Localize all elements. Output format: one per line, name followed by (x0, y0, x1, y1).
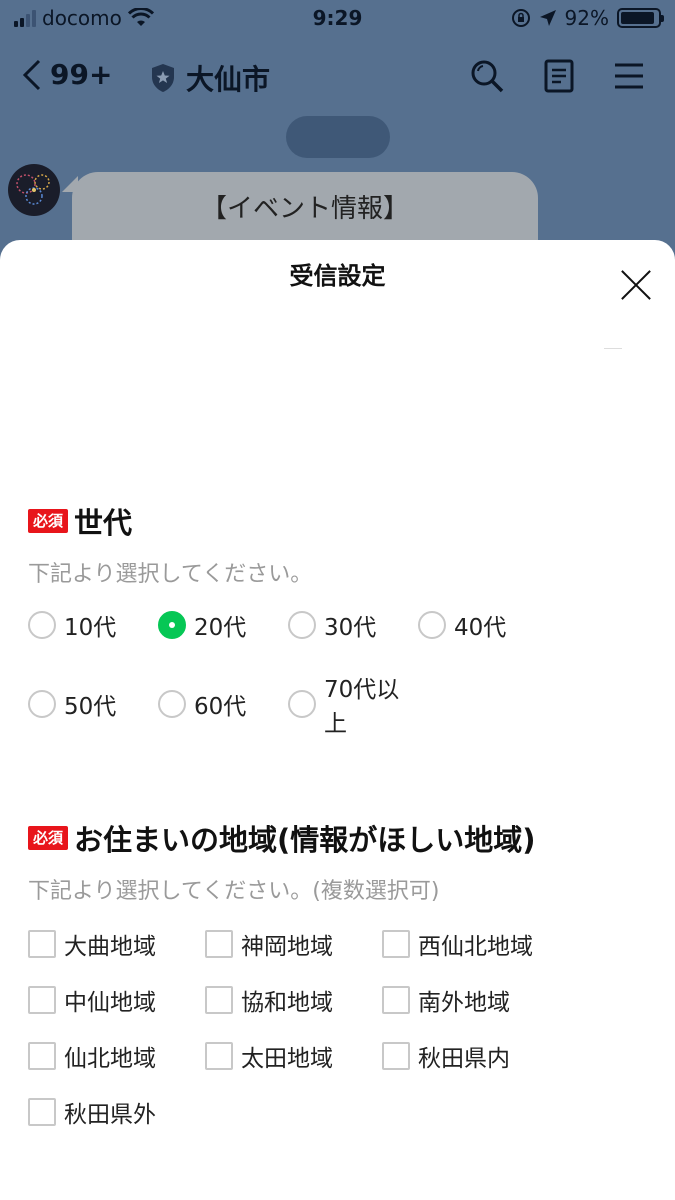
region-option-label: 大曲地域 (64, 934, 156, 960)
region-option-label: 西仙北地域 (418, 934, 533, 960)
region-section-header: 必須 お住まいの地域(情報がほしい地域) (28, 817, 658, 859)
checkbox[interactable] (28, 1042, 56, 1070)
close-icon[interactable] (619, 268, 653, 302)
age-section: 必須 世代 下記より選択してください。 10代 20代 30代 40代 50代 60代 70… (28, 500, 658, 738)
age-option[interactable]: 30代 (288, 608, 418, 642)
date-pill (286, 116, 390, 158)
divider (604, 348, 622, 349)
age-option[interactable]: 60代 (158, 670, 288, 738)
region-option-label: 南外地域 (418, 990, 510, 1016)
region-option-label: 仙北地域 (64, 1046, 156, 1072)
nav-bar: 99+ 大仙市 (0, 50, 675, 102)
radio-button[interactable] (288, 611, 316, 639)
checkbox[interactable] (28, 1098, 56, 1126)
region-options: 大曲地域 神岡地域 西仙北地域中仙地域 協和地域 南外地域仙北地域 太田地域 秋田県内秋田県… (28, 927, 658, 1129)
region-section-note: 下記より選択してください。(複数選択可) (28, 879, 440, 904)
notes-icon[interactable] (543, 58, 575, 94)
shield-icon (152, 64, 174, 92)
required-badge: 必須 (28, 826, 69, 850)
required-badge: 必須 (28, 509, 69, 533)
age-option[interactable]: 70代以上 (288, 670, 418, 738)
region-option-label: 神岡地域 (241, 934, 333, 960)
region-option-label: 中仙地域 (64, 990, 156, 1016)
age-option[interactable]: 20代 (158, 608, 288, 642)
checkbox[interactable] (382, 1042, 410, 1070)
checkbox[interactable] (382, 930, 410, 958)
battery-icon (617, 8, 664, 28)
unread-count: 99+ (50, 58, 113, 91)
region-section: 必須 お住まいの地域(情報がほしい地域) 下記より選択してください。(複数選択可… (28, 817, 658, 1129)
region-option[interactable]: 神岡地域 (205, 927, 382, 961)
region-option[interactable]: 南外地域 (382, 983, 612, 1017)
back-button[interactable]: 99+ (22, 58, 112, 91)
message-text: 【イベント情報】 (200, 194, 409, 224)
radio-button[interactable] (418, 611, 446, 639)
age-option-label: 60代 (194, 694, 247, 720)
location-icon (539, 10, 556, 26)
battery-fill (621, 12, 655, 24)
region-option-label: 秋田県内 (418, 1046, 510, 1072)
age-option[interactable]: 40代 (418, 608, 548, 642)
checkbox[interactable] (382, 986, 410, 1014)
region-option[interactable]: 秋田県内 (382, 1039, 612, 1073)
checkbox[interactable] (205, 930, 233, 958)
region-option[interactable]: 秋田県外 (28, 1095, 205, 1129)
avatar[interactable] (8, 164, 60, 216)
region-option[interactable]: 協和地域 (205, 983, 382, 1017)
chat-title-text: 大仙市 (186, 63, 271, 96)
checkbox[interactable] (205, 986, 233, 1014)
status-right: 92% (511, 6, 664, 30)
nav-actions (469, 58, 645, 94)
age-option[interactable]: 50代 (28, 670, 158, 738)
age-section-header: 必須 世代 (28, 500, 658, 542)
search-icon[interactable] (469, 58, 505, 94)
radio-button[interactable] (288, 690, 316, 718)
checkbox[interactable] (205, 1042, 233, 1070)
battery-percent: 92% (564, 6, 609, 30)
region-option[interactable]: 太田地域 (205, 1039, 382, 1073)
sheet-title: 受信設定 (289, 262, 386, 290)
orientation-lock-icon (511, 9, 530, 27)
age-section-title: 世代 (74, 506, 133, 540)
age-option-label: 30代 (324, 615, 377, 641)
region-option[interactable]: 中仙地域 (28, 983, 205, 1017)
radio-button[interactable] (28, 611, 56, 639)
region-option-label: 秋田県外 (64, 1102, 156, 1128)
age-option-label: 20代 (194, 615, 247, 641)
fireworks-avatar-icon (16, 174, 50, 205)
region-option-label: 協和地域 (241, 990, 333, 1016)
region-option[interactable]: 仙北地域 (28, 1039, 205, 1073)
age-section-note: 下記より選択してください。 (28, 562, 313, 587)
age-option[interactable]: 10代 (28, 608, 158, 642)
radio-button[interactable] (28, 690, 56, 718)
back-icon (22, 59, 41, 90)
region-option-label: 太田地域 (241, 1046, 333, 1072)
checkbox[interactable] (28, 930, 56, 958)
age-option-label: 40代 (454, 615, 507, 641)
receive-settings-sheet: 受信設定 必須 世代 下記より選択してください。 10代 20代 30代 40代 50代… (0, 240, 675, 1200)
region-section-title: お住まいの地域(情報がほしい地域) (74, 823, 536, 857)
radio-button[interactable] (158, 690, 186, 718)
status-bar: docomo 9:29 92% (0, 0, 675, 40)
region-option[interactable]: 大曲地域 (28, 927, 205, 961)
checkbox[interactable] (28, 986, 56, 1014)
menu-icon[interactable] (613, 61, 645, 91)
region-option[interactable]: 西仙北地域 (382, 927, 612, 961)
age-option-label: 70代以上 (324, 677, 400, 737)
age-options: 10代 20代 30代 40代 50代 60代 70代以上 (28, 608, 658, 738)
radio-button[interactable] (158, 611, 186, 639)
chat-title[interactable]: 大仙市 (150, 58, 270, 98)
age-option-label: 10代 (64, 615, 117, 641)
age-option-label: 50代 (64, 694, 117, 720)
